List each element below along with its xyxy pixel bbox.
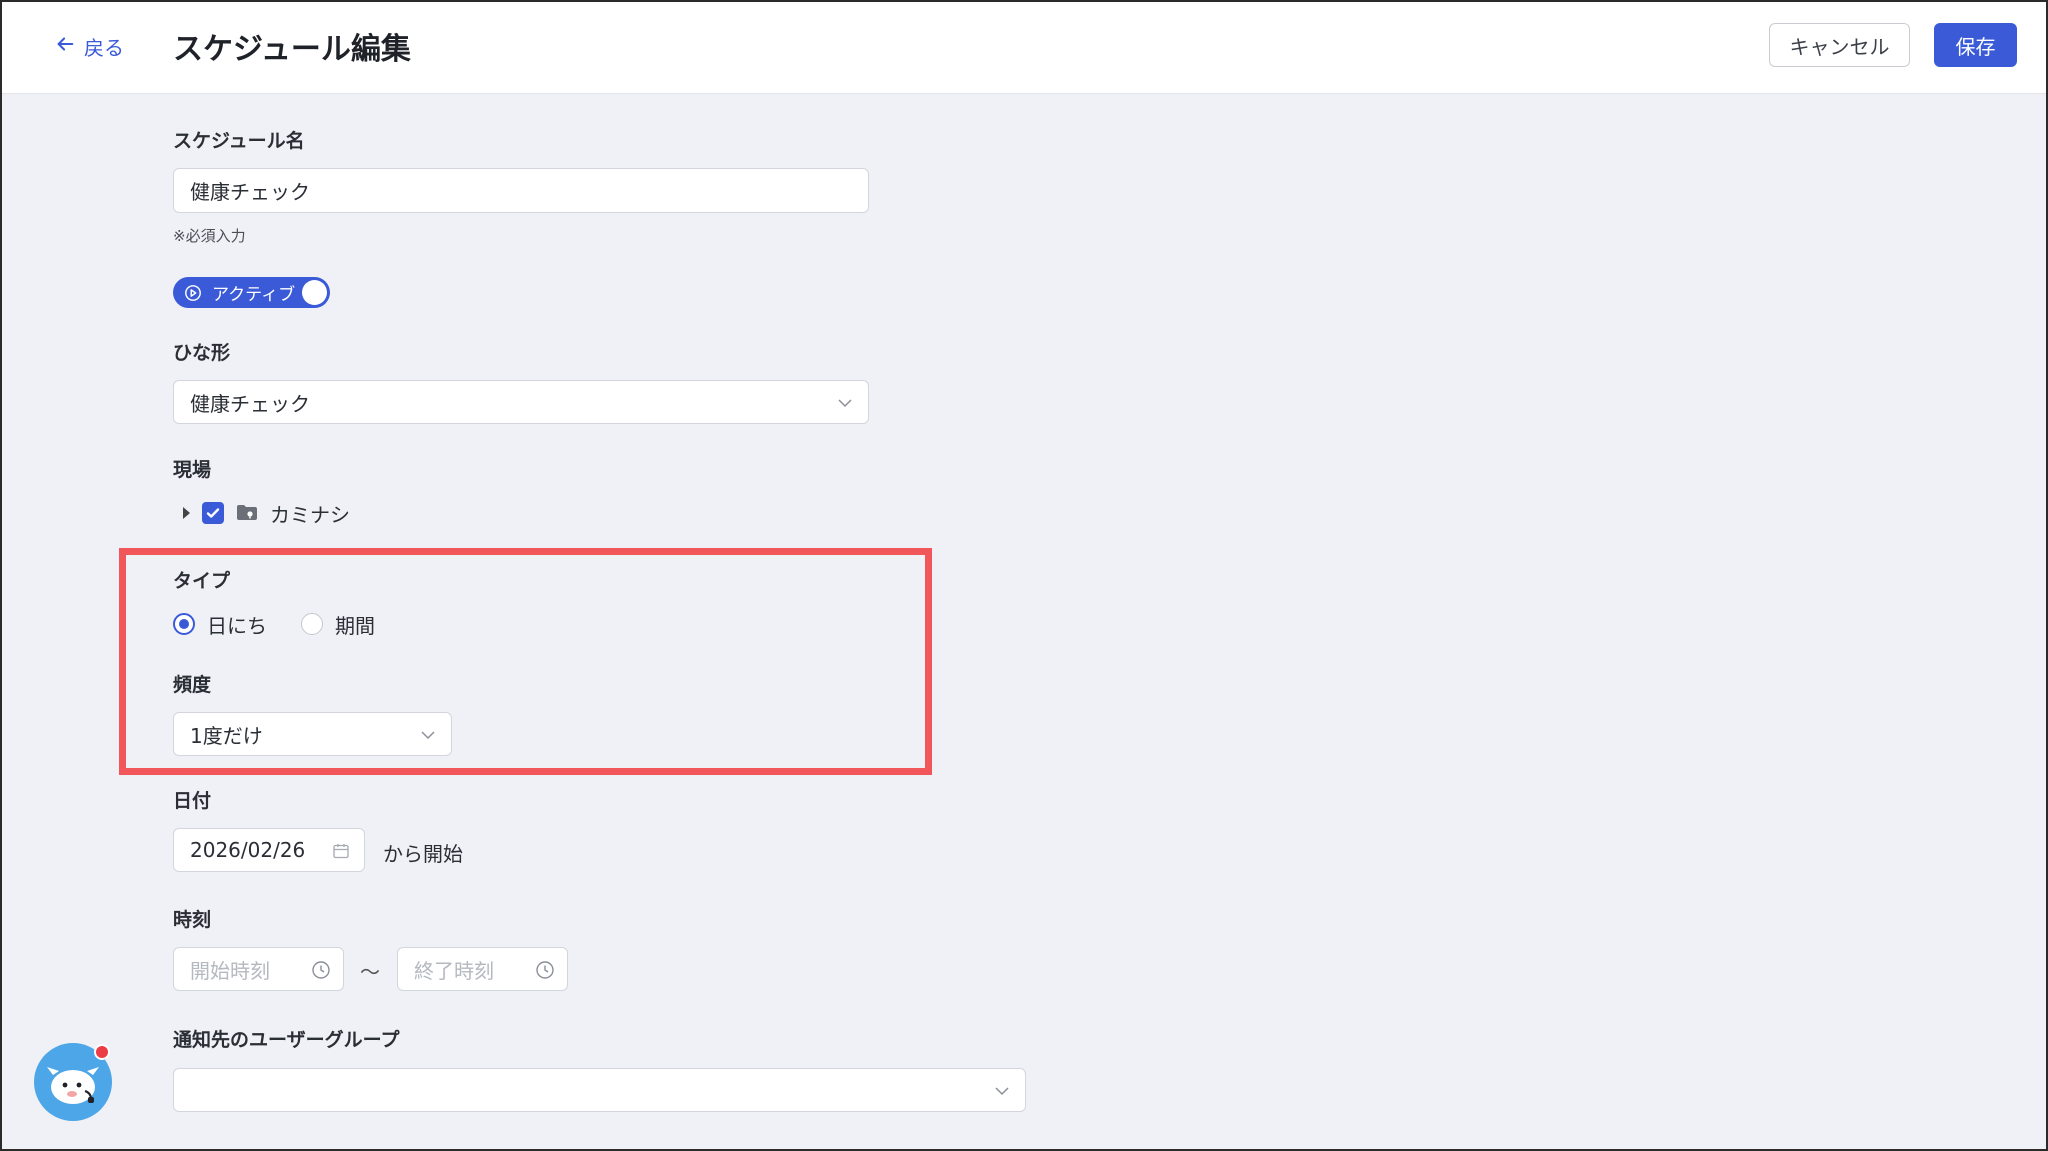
notify-group-label: 通知先のユーザーグループ	[173, 1029, 400, 1051]
help-chat-button[interactable]	[34, 1043, 112, 1121]
check-icon	[206, 508, 220, 518]
back-label: 戻る	[84, 35, 124, 60]
time-label: 時刻	[173, 909, 212, 931]
date-value: 2026/02/26	[190, 838, 306, 862]
template-label: ひな形	[173, 342, 231, 364]
mascot-icon	[47, 1067, 99, 1104]
site-label: 現場	[173, 459, 212, 481]
page-title: スケジュール編集	[173, 32, 411, 67]
site-tree-item: カミナシ	[183, 498, 350, 528]
folder-icon	[236, 504, 258, 522]
cancel-button[interactable]: キャンセル	[1769, 23, 1910, 67]
clock-icon	[311, 960, 330, 979]
app-window: 戻る スケジュール編集 キャンセル 保存 スケジュール名 健康チェック ※必須入…	[0, 0, 2048, 1151]
schedule-name-value: 健康チェック	[190, 180, 310, 204]
end-time-placeholder: 終了時刻	[414, 958, 494, 983]
schedule-name-label: スケジュール名	[173, 130, 305, 152]
chevron-down-icon	[836, 393, 854, 411]
date-suffix: から開始	[383, 842, 463, 866]
toggle-knob	[302, 280, 327, 305]
template-select[interactable]: 健康チェック	[173, 380, 869, 424]
calendar-icon	[332, 841, 350, 859]
arrow-left-icon	[54, 33, 76, 60]
time-separator: 〜	[360, 960, 380, 984]
clock-icon	[535, 960, 554, 979]
template-value: 健康チェック	[190, 391, 310, 416]
highlight-box	[119, 548, 932, 775]
notification-dot	[94, 1044, 110, 1060]
toggle-label: アクティブ	[212, 285, 296, 305]
active-toggle[interactable]: アクティブ	[173, 277, 330, 308]
notify-group-select[interactable]	[173, 1068, 1026, 1112]
start-time-input[interactable]: 開始時刻	[173, 947, 344, 991]
header-bar: 戻る スケジュール編集 キャンセル 保存	[2, 2, 2046, 94]
back-link[interactable]: 戻る	[54, 30, 124, 62]
site-checkbox[interactable]	[202, 502, 224, 524]
end-time-input[interactable]: 終了時刻	[397, 947, 568, 991]
caret-right-icon[interactable]	[183, 507, 190, 519]
date-label: 日付	[173, 790, 212, 812]
save-button[interactable]: 保存	[1934, 23, 2017, 67]
schedule-name-input[interactable]: 健康チェック	[173, 168, 869, 213]
site-item-label: カミナシ	[270, 502, 350, 527]
play-circle-icon	[184, 284, 202, 302]
chevron-down-icon	[993, 1081, 1011, 1099]
date-input[interactable]: 2026/02/26	[173, 828, 365, 872]
start-time-placeholder: 開始時刻	[190, 958, 270, 983]
required-note: ※必須入力	[173, 227, 246, 245]
